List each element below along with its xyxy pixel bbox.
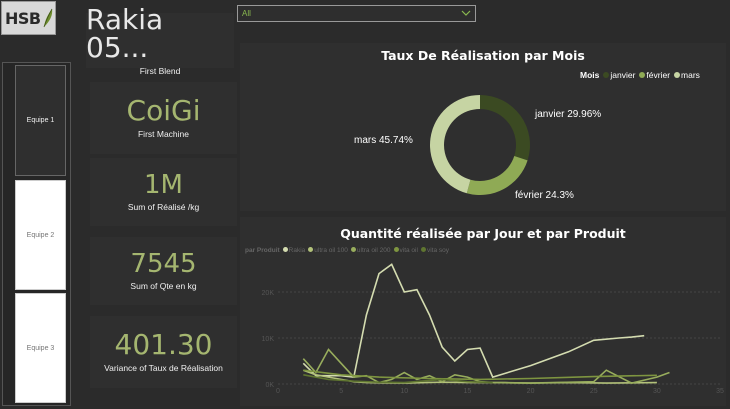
first-machine-caption: First Machine [137,129,189,139]
x-tick-label: 15 [464,388,472,395]
series-line-1[interactable] [302,263,645,379]
variance-value: 401.30 [114,328,213,361]
variance-caption: Variance of Taux de Réalisation [104,363,223,373]
donut-legend: Mois janvier février mars [580,70,700,80]
line-legend-title: par Produit [245,247,280,254]
first-machine-card: CoiGi First Machine [90,82,237,154]
team-button-3[interactable]: Equipe 3 [15,293,66,403]
y-tick-label: 10K [262,336,275,343]
x-tick-label: 5 [339,388,343,395]
donut-chart [430,95,530,195]
first-blend-caption: First Blend [139,65,181,76]
team-button-2[interactable]: Equipe 2 [15,180,66,290]
sum-realise-caption: Sum of Réalisé /kg [127,202,200,212]
legend-item-rakia[interactable]: Rakia [282,247,305,254]
variance-card: 401.30 Variance of Taux de Réalisation [90,316,237,388]
sum-realise-value: 1M [144,170,183,200]
team-button-1[interactable]: Equipe 1 [15,65,66,176]
line-chart: 0K 10K 20K 0 5 10 15 20 25 30 35 [262,263,724,395]
sum-qte-card: 7545 Sum of Qte en kg [90,237,237,305]
legend-item-janvier[interactable]: janvier [603,70,635,80]
line-chart-title: Quantité réalisée par Jour et par Produi… [340,226,626,241]
donut-slice-mars[interactable] [430,95,480,194]
y-tick-label: 20K [262,290,275,297]
chevron-down-icon [461,10,471,16]
y-tick-label: 0K [265,382,274,389]
logo-text: HSB [5,8,41,28]
team-label: Equipe 2 [26,231,55,239]
donut-label-janvier: janvier 29.96% [535,109,602,120]
x-tick-label: 20 [527,388,535,395]
team-label: Equipe 1 [26,117,55,124]
donut-slice-janvier[interactable] [480,95,530,161]
hsb-logo: HSB [1,1,56,35]
first-blend-card: Rakia 05... First Blend [86,5,234,76]
x-tick-label: 10 [400,388,408,395]
sum-realise-card: 1M Sum of Réalisé /kg [90,158,237,226]
legend-item-fevrier[interactable]: février [639,70,670,80]
legend-item-vita-oil[interactable]: vita oil [393,247,418,254]
sum-qte-caption: Sum of Qte en kg [130,281,197,291]
x-tick-label: 35 [716,388,724,395]
legend-item-ultra-oil-200[interactable]: ultra oil 200 [350,247,391,254]
donut-legend-title: Mois [580,70,600,80]
x-tick-label: 0 [276,388,280,395]
sum-qte-value: 7545 [130,249,197,279]
first-machine-value: CoiGi [126,94,201,127]
x-tick-label: 25 [590,388,598,395]
team-label: Equipe 3 [26,344,55,352]
filter-selected-value: All [242,9,251,18]
donut-chart-title: Taux De Réalisation par Mois [381,48,585,63]
filter-dropdown[interactable]: All [237,5,476,22]
x-tick-label: 30 [653,388,661,395]
leaf-icon [43,8,52,28]
line-legend: par Produit Rakia ultra oil 100 ultra oi… [245,247,449,254]
legend-item-ultra-oil-100[interactable]: ultra oil 100 [308,247,348,254]
donut-label-mars: mars 45.74% [354,135,413,146]
legend-item-vita-soy[interactable]: vita soy [420,247,449,254]
legend-item-mars[interactable]: mars [674,70,700,80]
donut-label-fevrier: février 24.3% [515,190,574,201]
first-blend-value: Rakia 05... [86,2,164,64]
